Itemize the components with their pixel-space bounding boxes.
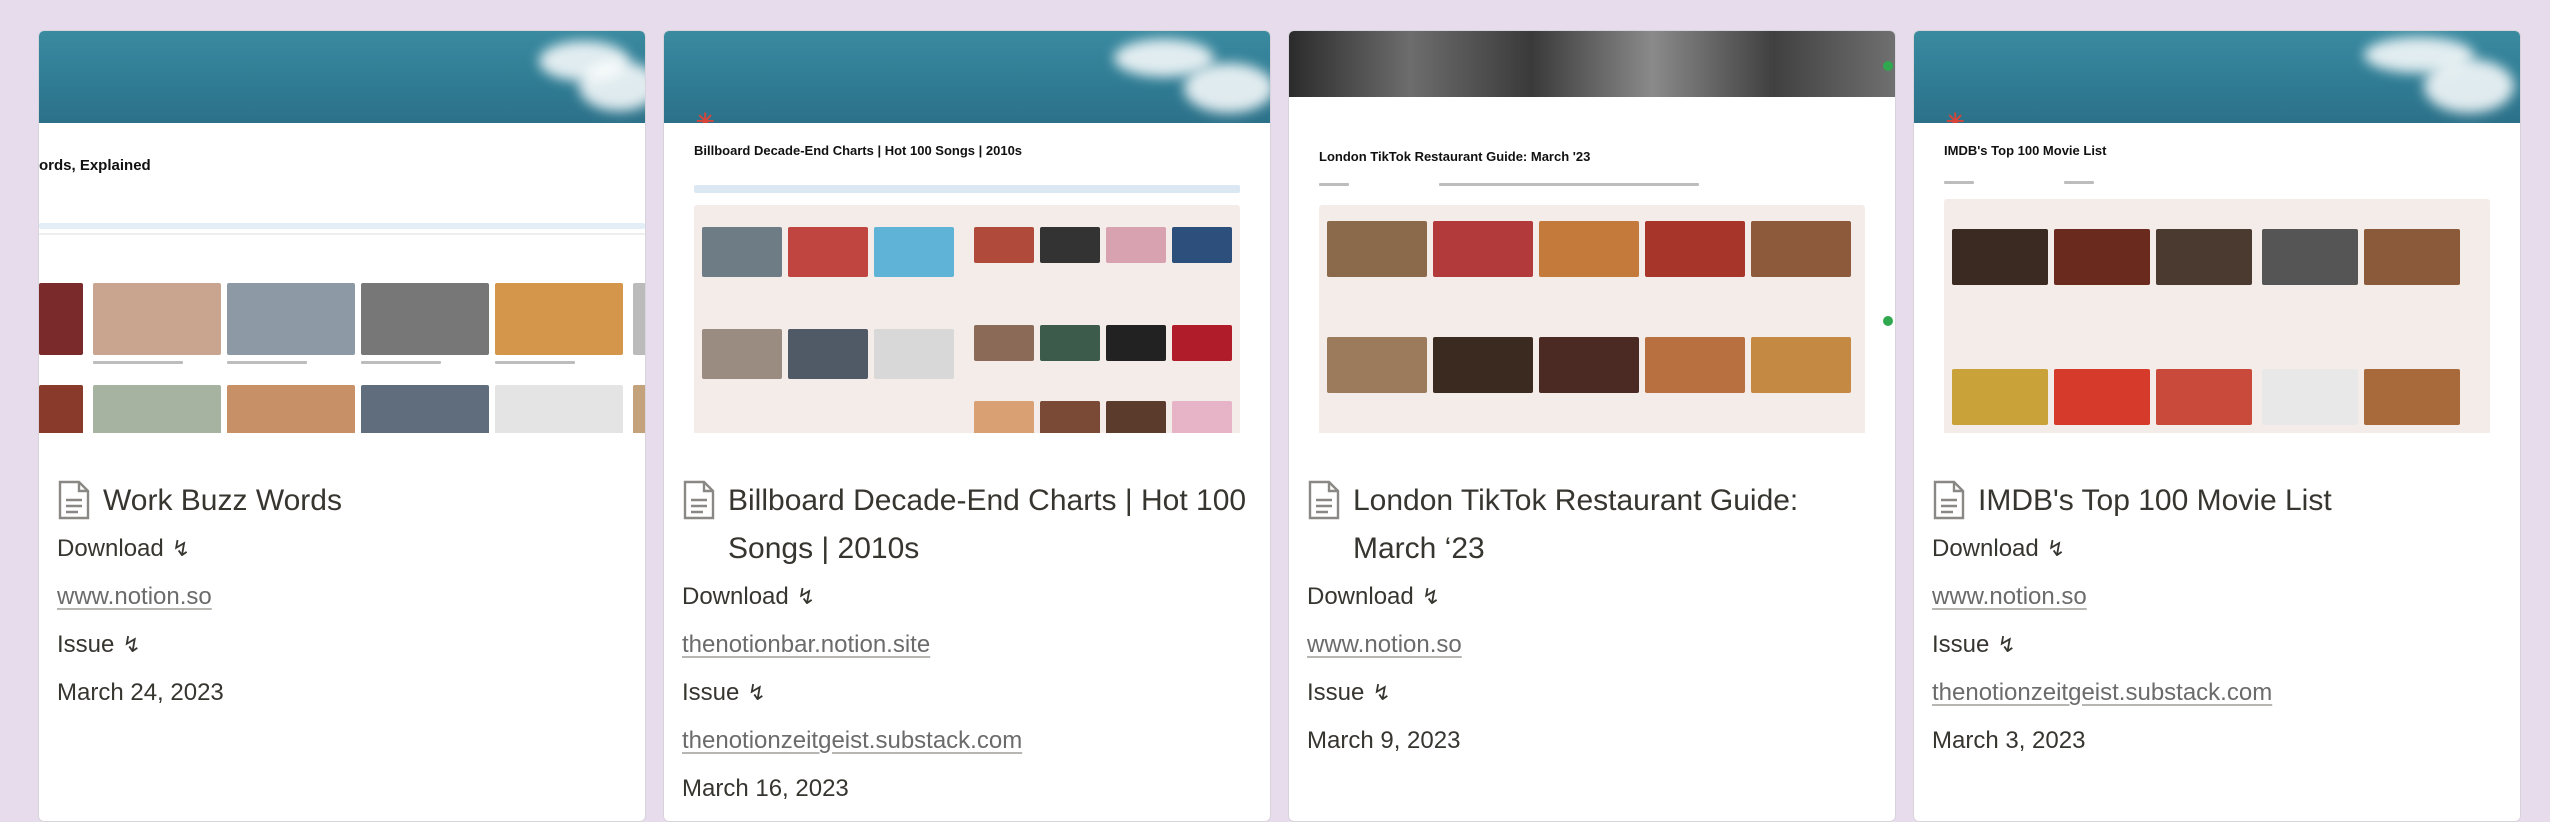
issue-label: Issue ↯ — [1932, 621, 2502, 669]
card-properties: Billboard Decade-End Charts | Hot 100 So… — [682, 477, 1252, 813]
card-properties: London TikTok Restaurant Guide: March ‘2… — [1307, 477, 1877, 765]
cover-banner — [39, 31, 645, 123]
download-link[interactable]: thenotionbar.notion.site — [682, 621, 1252, 669]
card-cover: London TikTok Restaurant Guide: March '2… — [1289, 31, 1895, 433]
issue-label: Issue ↯ — [57, 621, 627, 669]
download-link[interactable]: www.notion.so — [1932, 573, 2502, 621]
cover-page-preview: ords, Explained — [39, 123, 645, 433]
cover-heading: ords, Explained — [39, 157, 151, 174]
card-cover: ords, Explained — [39, 31, 645, 433]
card-properties: IMDB's Top 100 Movie List Download ↯ www.… — [1932, 477, 2502, 765]
gallery-card[interactable]: ords, Explained Work Buzz Words Download… — [38, 30, 646, 822]
lightning-icon: ↯ — [1997, 632, 2016, 657]
lightning-icon: ↯ — [122, 632, 141, 657]
cover-page-preview: IMDB's Top 100 Movie List — [1914, 123, 2520, 433]
issue-link[interactable]: thenotionzeitgeist.substack.com — [682, 717, 1252, 765]
card-title[interactable]: IMDB's Top 100 Movie List — [1978, 477, 2332, 525]
download-label: Download ↯ — [1932, 525, 2502, 573]
cover-banner — [664, 31, 1270, 123]
gallery-card[interactable]: ✳ Billboard Decade-End Charts | Hot 100 … — [663, 30, 1271, 822]
gallery-card[interactable]: ✳ IMDB's Top 100 Movie List IMDB's Top 1… — [1913, 30, 2521, 822]
document-icon — [1308, 480, 1340, 520]
document-icon — [58, 480, 90, 520]
gallery: ords, Explained Work Buzz Words Download… — [0, 0, 2550, 822]
card-date: March 24, 2023 — [57, 679, 224, 706]
card-properties: Work Buzz Words Download ↯ www.notion.so … — [57, 477, 627, 717]
lightning-icon: ↯ — [796, 584, 816, 609]
cover-banner — [1289, 31, 1895, 97]
card-date: March 3, 2023 — [1932, 727, 2086, 754]
card-cover: ✳ Billboard Decade-End Charts | Hot 100 … — [664, 31, 1270, 433]
download-label: Download ↯ — [682, 573, 1252, 621]
download-label: Download ↯ — [1307, 573, 1877, 621]
lightning-icon: ↯ — [747, 680, 766, 705]
document-icon — [683, 480, 715, 520]
lightning-icon: ↯ — [2046, 536, 2066, 561]
card-date: March 9, 2023 — [1307, 727, 1461, 754]
card-title[interactable]: Billboard Decade-End Charts | Hot 100 So… — [728, 477, 1252, 573]
card-title[interactable]: Work Buzz Words — [103, 477, 342, 525]
lightning-icon: ↯ — [171, 536, 191, 561]
document-icon — [1933, 480, 1965, 520]
issue-label: Issue ↯ — [1307, 669, 1877, 717]
download-label: Download ↯ — [57, 525, 627, 573]
download-link[interactable]: www.notion.so — [1307, 621, 1877, 669]
cover-heading: London TikTok Restaurant Guide: March '2… — [1319, 149, 1591, 164]
issue-label: Issue ↯ — [682, 669, 1252, 717]
cover-page-preview: Billboard Decade-End Charts | Hot 100 So… — [664, 123, 1270, 433]
download-link[interactable]: www.notion.so — [57, 573, 627, 621]
card-cover: ✳ IMDB's Top 100 Movie List — [1914, 31, 2520, 433]
issue-link[interactable]: thenotionzeitgeist.substack.com — [1932, 669, 2502, 717]
lightning-icon: ↯ — [1372, 680, 1391, 705]
cover-heading: Billboard Decade-End Charts | Hot 100 So… — [694, 143, 1023, 158]
card-title[interactable]: London TikTok Restaurant Guide: March ‘2… — [1353, 477, 1877, 573]
lightning-icon: ↯ — [1421, 584, 1441, 609]
cover-banner — [1914, 31, 2520, 123]
cover-heading: IMDB's Top 100 Movie List — [1944, 143, 2107, 158]
cover-page-preview: London TikTok Restaurant Guide: March '2… — [1289, 97, 1895, 433]
gallery-card[interactable]: London TikTok Restaurant Guide: March '2… — [1288, 30, 1896, 822]
